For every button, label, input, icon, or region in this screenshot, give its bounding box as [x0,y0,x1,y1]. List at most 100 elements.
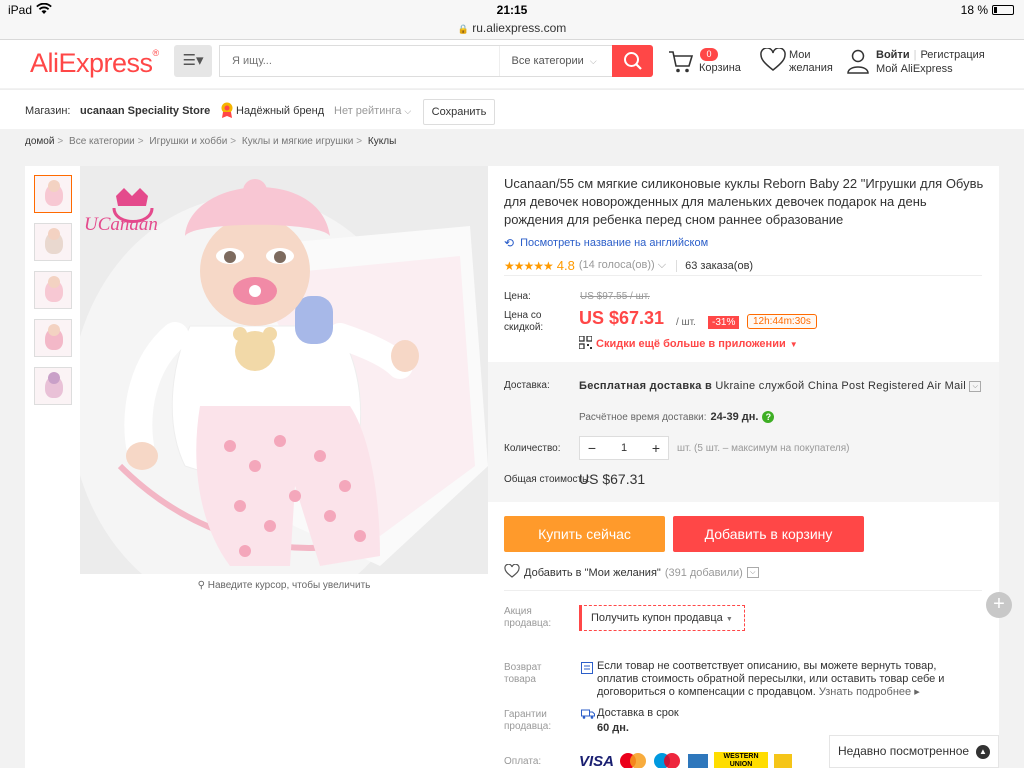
product-card: UCanaan ⚲ Наведите курсор, чтобы увеличи… [25,166,999,768]
chevron-down-icon[interactable]: ⌵ [746,567,759,578]
store-label: Магазин: [25,105,71,117]
learn-more-link[interactable]: Узнать подробнее ▸ [819,686,920,698]
add-to-wishlist-link[interactable]: Добавить в "Мои желания" (391 добавили) … [504,563,759,581]
help-icon[interactable]: ? [762,411,775,423]
western-union-icon: WESTERN UNION [714,752,769,768]
magnifier-icon: ⚲ [197,580,205,591]
qr-code-icon [578,335,593,352]
battery-indicator: 18 % [961,3,1014,17]
payment-label: Оплата: [504,756,542,767]
discount-price: US $67.31 [579,308,665,328]
breadcrumb-separator: > [57,136,64,147]
thumbnail-4[interactable] [34,319,72,357]
chevron-up-icon: ▲ [976,745,990,759]
search-icon [623,52,642,70]
discount-price-label: Цена со скидкой: [504,310,544,333]
wishlist-count: (391 добавили) [664,566,743,579]
return-icon [581,662,593,674]
chevron-down-icon: ⌵ [404,106,412,116]
breadcrumb-dolls-soft-toys[interactable]: Куклы и мягкие игрушки [242,136,353,147]
expand-plus-button[interactable]: + [986,592,1012,618]
breadcrumb-separator: > [137,136,144,147]
shipping-box: Доставка: Бесплатная доставка в Ukraine … [488,362,999,502]
visa-icon: VISA [579,752,615,768]
divider [504,590,982,591]
translate-title-link[interactable]: ⟲ Посмотреть название на английском [504,236,708,250]
caret-down-icon: ▼ [789,339,798,349]
store-bar: Магазин: ucanaan Speciality Store Надёжн… [0,89,1024,129]
store-rating-dropdown[interactable]: Нет рейтинга ⌵ [334,105,411,117]
buy-now-button[interactable]: Купить сейчас [504,516,665,552]
thumbnail-2[interactable] [34,223,72,261]
wishlist-link[interactable]: Мои желания [760,47,833,77]
address-bar[interactable]: 🔒 ru.aliexpress.com [0,21,1024,35]
return-policy-label: Возврат товара [504,662,542,685]
menu-icon: ☰▾ [182,52,204,69]
thumbnail-5[interactable] [34,367,72,405]
payment-methods: VISA WESTERN UNION [579,752,793,768]
quantity-decrease-button[interactable]: − [580,440,604,456]
rating-stars: ★★★★★ [504,258,554,273]
aliexpress-logo[interactable]: AliExpress® [30,48,159,79]
user-icon [847,49,869,74]
thumbnail-list [34,175,72,415]
search-input[interactable] [220,46,499,76]
price-unit: / шт. [676,317,696,328]
breadcrumb-toys[interactable]: Игрушки и хобби [149,136,227,147]
votes-link[interactable]: (14 голоса(ов)) ⌵ [579,259,666,272]
breadcrumb: домой > Все категории > Игрушки и хобби > К… [25,136,399,147]
add-to-cart-button[interactable]: Добавить в корзину [673,516,864,552]
recently-viewed-panel[interactable]: Недавно посмотренное ▲ [829,735,999,768]
app-deal-link[interactable]: Скидки ещё больше в приложении ▼ [578,335,798,352]
shipping-method[interactable]: Бесплатная доставка в Ukraine службой Ch… [579,379,989,393]
shipping-label: Доставка: [504,380,550,391]
main-product-image[interactable]: UCanaan [80,166,488,574]
breadcrumb-all-categories[interactable]: Все категории [69,136,135,147]
amex-icon [688,754,709,768]
search-button[interactable] [612,45,653,77]
on-time-delivery-text: Доставка в срок [597,707,679,719]
search-bar: Все категории ⌵ [219,45,613,77]
quantity-input[interactable]: 1 [604,442,644,454]
save-store-button[interactable]: Сохранить [423,99,495,125]
breadcrumb-home[interactable]: домой [25,136,54,147]
cart-link[interactable]: 0 Корзина [668,48,754,80]
breadcrumb-current[interactable]: Куклы [368,136,396,147]
caret-down-icon: ▼ [725,616,733,623]
rating-score: 4.8 [556,258,575,273]
heart-plus-icon [504,563,520,581]
quantity-limit-note: шт. (5 шт. – максимум на покупателя) [677,443,850,454]
battery-icon [992,5,1014,15]
delivery-truck-icon [581,709,595,719]
quantity-label: Количество: [504,443,561,454]
chevron-down-icon: ⌵ [589,56,597,66]
medal-icon [221,102,233,118]
thumbnail-3[interactable] [34,271,72,309]
breadcrumb-separator: > [230,136,237,147]
zoom-hint: ⚲ Наведите курсор, чтобы увеличить [197,580,371,591]
category-select[interactable]: Все категории ⌵ [498,46,612,76]
discount-badge: -31% [708,316,740,329]
categories-menu-button[interactable]: ☰▾ [174,45,212,77]
divider: | [913,49,917,61]
thumbnail-1[interactable] [34,175,72,213]
guarantee-days: 60 дн. [597,722,629,734]
mastercard-icon [620,753,648,768]
chevron-down-icon: ⌵ [969,380,982,392]
store-name-link[interactable]: ucanaan Speciality Store [80,105,210,117]
quantity-increase-button[interactable]: + [644,440,668,456]
bank-transfer-icon [774,754,793,768]
lock-icon: 🔒 [457,24,469,34]
total-price: US $67.31 [579,471,646,487]
total-label: Общая стоимость: [504,474,591,485]
account-menu: Войти | Регистрация Мой AliExpress [846,48,985,79]
seller-promo-label: Акция продавца: [504,606,552,629]
login-link[interactable]: Войти [876,49,910,61]
register-link[interactable]: Регистрация [920,49,984,61]
get-seller-coupon-dropdown[interactable]: Получить купон продавца ▼ [579,605,745,631]
price-label: Цена: [504,291,531,302]
breadcrumb-separator: > [356,136,363,147]
product-title: Ucanaan/55 см мягкие силиконовые куклы R… [504,176,984,227]
seller-guarantee-label: Гарантии продавца: [504,709,552,732]
my-aliexpress-link[interactable]: Мой AliExpress [876,63,953,75]
